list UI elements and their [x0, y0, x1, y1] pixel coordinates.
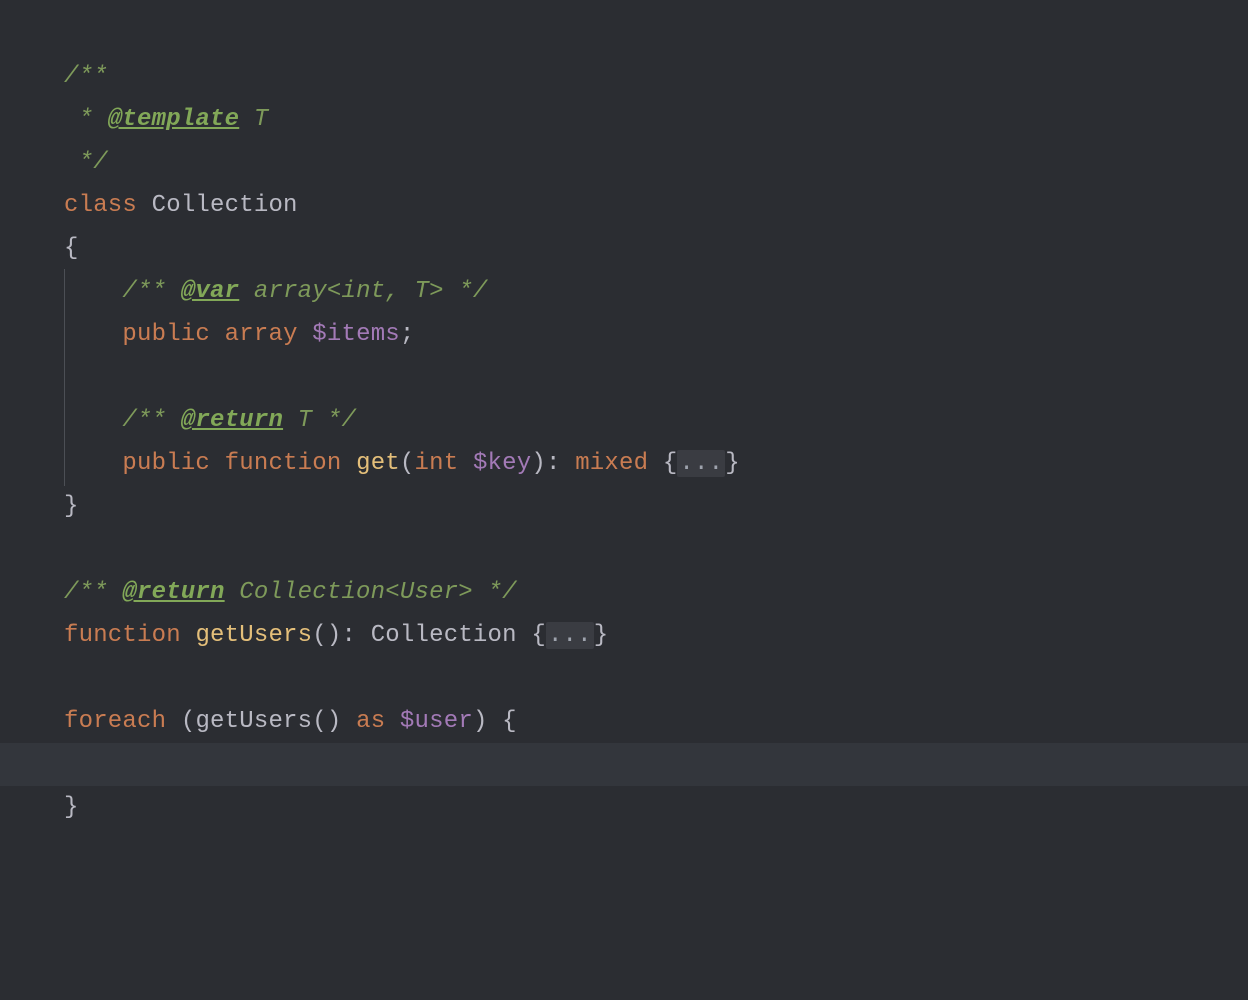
- brace-open: {: [502, 708, 517, 735]
- colon: :: [341, 622, 370, 649]
- indent: [64, 407, 122, 434]
- doc-text: Collection<User>: [225, 579, 488, 606]
- var-items: $items: [312, 321, 400, 348]
- code-fold[interactable]: ...: [546, 622, 594, 649]
- brace-open: {: [663, 450, 678, 477]
- code-line[interactable]: */: [64, 141, 1248, 184]
- space: [458, 450, 473, 477]
- code-line[interactable]: /** @return Collection<User> */: [64, 571, 1248, 614]
- keyword-as: as: [356, 708, 385, 735]
- type-array: array: [225, 321, 298, 348]
- doc-text: T: [283, 407, 327, 434]
- doc-text: T: [239, 106, 268, 133]
- brace-close: }: [725, 450, 740, 477]
- code-line[interactable]: /** @return T */: [64, 399, 1248, 442]
- doc-star: *: [64, 106, 108, 133]
- space: [648, 450, 663, 477]
- doc-close: */: [487, 579, 516, 606]
- code-line[interactable]: {: [64, 227, 1248, 270]
- paren-open: (: [400, 450, 415, 477]
- code-line[interactable]: }: [64, 786, 1248, 829]
- return-type-mixed: mixed: [575, 450, 648, 477]
- code-editor[interactable]: /** * @template T */ class Collection { …: [0, 0, 1248, 1000]
- colon: :: [546, 450, 575, 477]
- code-line[interactable]: public array $items;: [64, 313, 1248, 356]
- var-user: $user: [400, 708, 473, 735]
- space: [517, 622, 532, 649]
- doc-open: /**: [122, 278, 180, 305]
- space: [181, 622, 196, 649]
- indent: [64, 321, 122, 348]
- param-type-int: int: [415, 450, 459, 477]
- indent: [64, 450, 122, 477]
- code-block[interactable]: /** * @template T */ class Collection { …: [0, 0, 1248, 829]
- code-line-current[interactable]: [64, 743, 1248, 786]
- space: [298, 321, 313, 348]
- space: [210, 321, 225, 348]
- keyword-function: function: [64, 622, 181, 649]
- doc-open: /**: [122, 407, 180, 434]
- paren-open: (: [181, 708, 196, 735]
- doc-tag-return: @return: [122, 579, 224, 606]
- param-var-key: $key: [473, 450, 531, 477]
- paren-close: ): [531, 450, 546, 477]
- keyword-public: public: [122, 321, 210, 348]
- doc-close: */: [458, 278, 487, 305]
- return-type-collection: Collection: [371, 622, 517, 649]
- doc-open: /**: [64, 579, 122, 606]
- keyword-class: class: [64, 192, 137, 219]
- space: [341, 450, 356, 477]
- space: [385, 708, 400, 735]
- code-fold[interactable]: ...: [677, 450, 725, 477]
- code-line[interactable]: * @template T: [64, 98, 1248, 141]
- code-line[interactable]: /**: [64, 55, 1248, 98]
- paren-close: ): [473, 708, 488, 735]
- code-line[interactable]: function getUsers(): Collection {...}: [64, 614, 1248, 657]
- code-line[interactable]: }: [64, 485, 1248, 528]
- code-line[interactable]: /** @var array<int, T> */: [64, 270, 1248, 313]
- semicolon: ;: [400, 321, 415, 348]
- brace-close: }: [64, 493, 79, 520]
- space: [210, 450, 225, 477]
- brace-close: }: [64, 794, 79, 821]
- code-line[interactable]: foreach (getUsers() as $user) {: [64, 700, 1248, 743]
- doc-tag-return: @return: [181, 407, 283, 434]
- code-line-blank[interactable]: [64, 356, 1248, 399]
- space: [488, 708, 503, 735]
- brace-open: {: [64, 235, 79, 262]
- code-line[interactable]: class Collection: [64, 184, 1248, 227]
- space: [341, 708, 356, 735]
- call-getusers: getUsers: [195, 708, 312, 735]
- doc-tag-template: @template: [108, 106, 239, 133]
- class-name: Collection: [152, 192, 298, 219]
- indent: [64, 278, 122, 305]
- method-name-get: get: [356, 450, 400, 477]
- code-line-blank[interactable]: [64, 657, 1248, 700]
- code-line-blank[interactable]: [64, 528, 1248, 571]
- keyword-public: public: [122, 450, 210, 477]
- brace-close: }: [594, 622, 609, 649]
- doc-open: /**: [64, 63, 108, 90]
- code-line[interactable]: public function get(int $key): mixed {..…: [64, 442, 1248, 485]
- space: [137, 192, 152, 219]
- doc-close: */: [327, 407, 356, 434]
- doc-close: */: [64, 149, 108, 176]
- function-name-getusers: getUsers: [195, 622, 312, 649]
- parens: (): [312, 708, 341, 735]
- doc-text: array<int, T>: [239, 278, 458, 305]
- keyword-function: function: [225, 450, 342, 477]
- brace-open: {: [531, 622, 546, 649]
- keyword-foreach: foreach: [64, 708, 166, 735]
- parens: (): [312, 622, 341, 649]
- space: [166, 708, 181, 735]
- doc-tag-var: @var: [181, 278, 239, 305]
